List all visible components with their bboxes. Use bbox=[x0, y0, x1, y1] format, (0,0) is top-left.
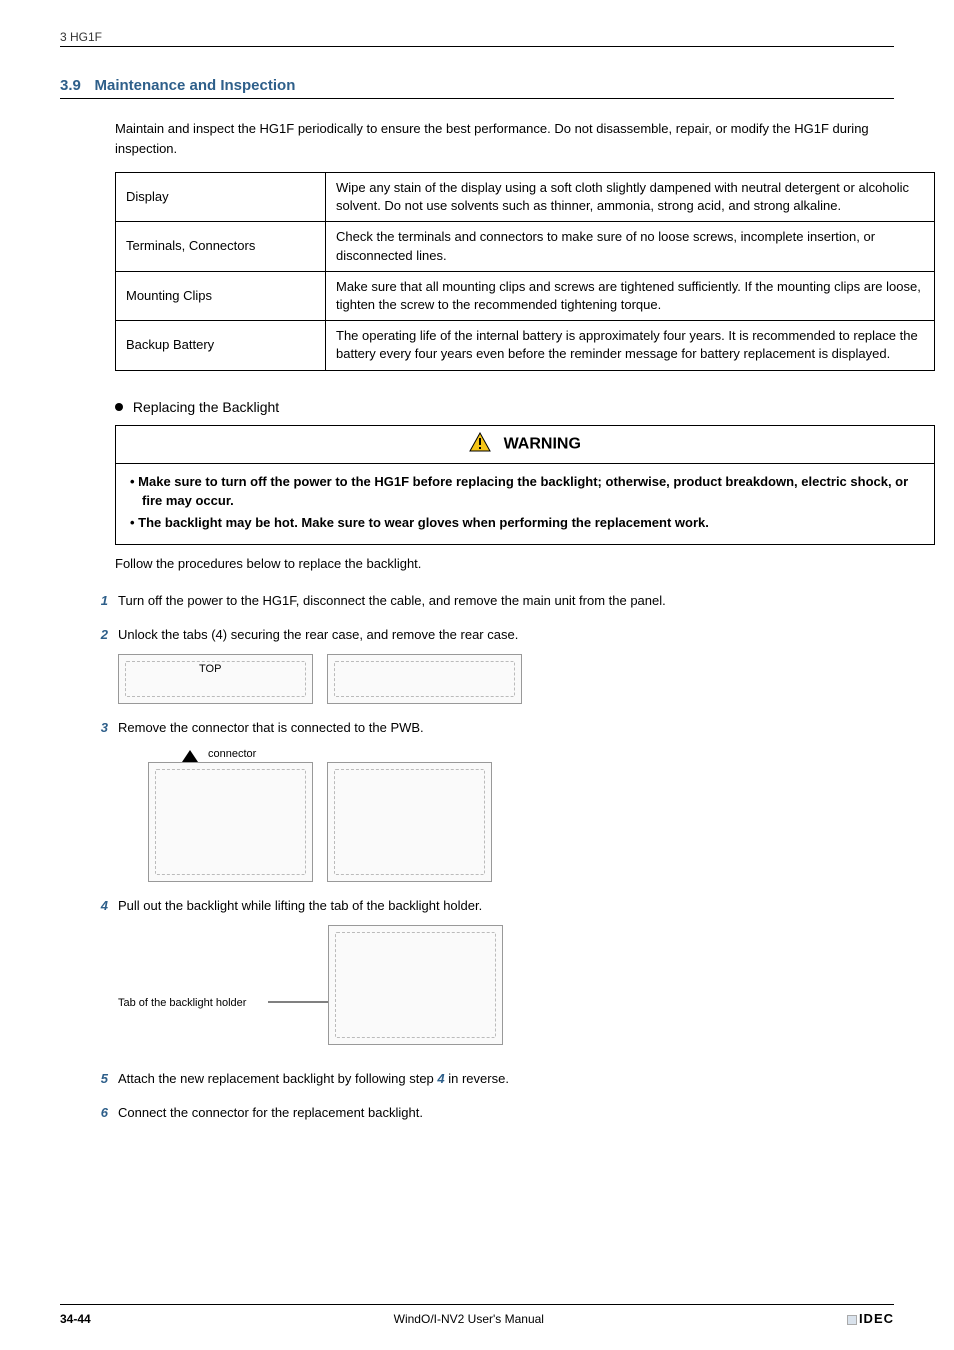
warning-item: • Make sure to turn off the power to the… bbox=[130, 472, 920, 511]
step-text: Pull out the backlight while lifting the… bbox=[118, 898, 482, 913]
section-title: Maintenance and Inspection bbox=[94, 77, 295, 94]
figure-area: Tab of the backlight holder bbox=[118, 925, 894, 1055]
table-row: Mounting Clips Make sure that all mounti… bbox=[116, 271, 935, 320]
warning-title: WARNING bbox=[504, 435, 581, 452]
step-number: 2 bbox=[84, 625, 108, 645]
figure-remove-connector-a bbox=[148, 762, 313, 882]
warning-body: • Make sure to turn off the power to the… bbox=[116, 464, 934, 545]
section-number: 3.9 bbox=[60, 77, 81, 94]
bullet-icon bbox=[115, 403, 123, 411]
table-label: Backup Battery bbox=[116, 321, 326, 370]
step-number: 5 bbox=[84, 1069, 108, 1089]
table-row: Terminals, Connectors Check the terminal… bbox=[116, 222, 935, 271]
figure-rear-case-locked: TOP bbox=[118, 654, 313, 704]
step-number: 4 bbox=[84, 896, 108, 916]
procedure-list: 1 Turn off the power to the HG1F, discon… bbox=[84, 591, 894, 1122]
step-item: 1 Turn off the power to the HG1F, discon… bbox=[84, 591, 894, 611]
table-label: Display bbox=[116, 173, 326, 222]
figure-remove-connector-b bbox=[327, 762, 492, 882]
figure-rear-case-open bbox=[327, 654, 522, 704]
figure-label-tab-holder: Tab of the backlight holder bbox=[118, 995, 246, 1012]
step-item: 6 Connect the connector for the replacem… bbox=[84, 1103, 894, 1123]
step-text: Connect the connector for the replacemen… bbox=[118, 1105, 423, 1120]
table-row: Backup Battery The operating life of the… bbox=[116, 321, 935, 370]
step-text: Unlock the tabs (4) securing the rear ca… bbox=[118, 627, 518, 642]
brand-logo: IDEC bbox=[847, 1311, 894, 1326]
page-number: 34-44 bbox=[60, 1312, 91, 1326]
follow-text: Follow the procedures below to replace t… bbox=[115, 555, 894, 573]
step-item: 4 Pull out the backlight while lifting t… bbox=[84, 896, 894, 1056]
footer-title: WindO/I-NV2 User's Manual bbox=[91, 1312, 847, 1326]
step-number: 6 bbox=[84, 1103, 108, 1123]
subsection-heading: Replacing the Backlight bbox=[115, 399, 894, 415]
maintenance-table: Display Wipe any stain of the display us… bbox=[115, 172, 935, 371]
table-row: Display Wipe any stain of the display us… bbox=[116, 173, 935, 222]
step-item: 5 Attach the new replacement backlight b… bbox=[84, 1069, 894, 1089]
step-item: 3 Remove the connector that is connected… bbox=[84, 718, 894, 882]
step-item: 2 Unlock the tabs (4) securing the rear … bbox=[84, 625, 894, 705]
figure-pull-backlight bbox=[328, 925, 503, 1045]
logo-square-icon bbox=[847, 1315, 857, 1325]
figure-area: TOP bbox=[118, 654, 894, 704]
subsection-title: Replacing the Backlight bbox=[133, 399, 279, 415]
figure-area: connector bbox=[118, 748, 894, 882]
step-text: Attach the new replacement backlight by … bbox=[118, 1071, 509, 1086]
step-text: Turn off the power to the HG1F, disconne… bbox=[118, 593, 666, 608]
warning-box: WARNING • Make sure to turn off the powe… bbox=[115, 425, 935, 546]
step-reference: 4 bbox=[437, 1071, 444, 1086]
warning-header: WARNING bbox=[116, 426, 934, 464]
table-desc: Make sure that all mounting clips and sc… bbox=[326, 271, 935, 320]
header-rule bbox=[60, 46, 894, 47]
section-intro: Maintain and inspect the HG1F periodical… bbox=[115, 119, 894, 158]
table-label: Mounting Clips bbox=[116, 271, 326, 320]
leader-line-icon bbox=[268, 1001, 328, 1003]
section-heading: 3.9 Maintenance and Inspection bbox=[60, 77, 894, 99]
page-footer: 34-44 WindO/I-NV2 User's Manual IDEC bbox=[60, 1304, 894, 1326]
figure-label-connector: connector bbox=[208, 746, 256, 763]
table-label: Terminals, Connectors bbox=[116, 222, 326, 271]
table-desc: The operating life of the internal batte… bbox=[326, 321, 935, 370]
warning-item: • The backlight may be hot. Make sure to… bbox=[130, 513, 920, 533]
table-desc: Check the terminals and connectors to ma… bbox=[326, 222, 935, 271]
warning-icon bbox=[469, 432, 491, 457]
step-number: 1 bbox=[84, 591, 108, 611]
figure-label-top: TOP bbox=[199, 661, 221, 678]
step-number: 3 bbox=[84, 718, 108, 738]
step-text: Remove the connector that is connected t… bbox=[118, 720, 424, 735]
table-desc: Wipe any stain of the display using a so… bbox=[326, 173, 935, 222]
footer-rule bbox=[60, 1304, 894, 1305]
header-breadcrumb: 3 HG1F bbox=[60, 30, 894, 44]
